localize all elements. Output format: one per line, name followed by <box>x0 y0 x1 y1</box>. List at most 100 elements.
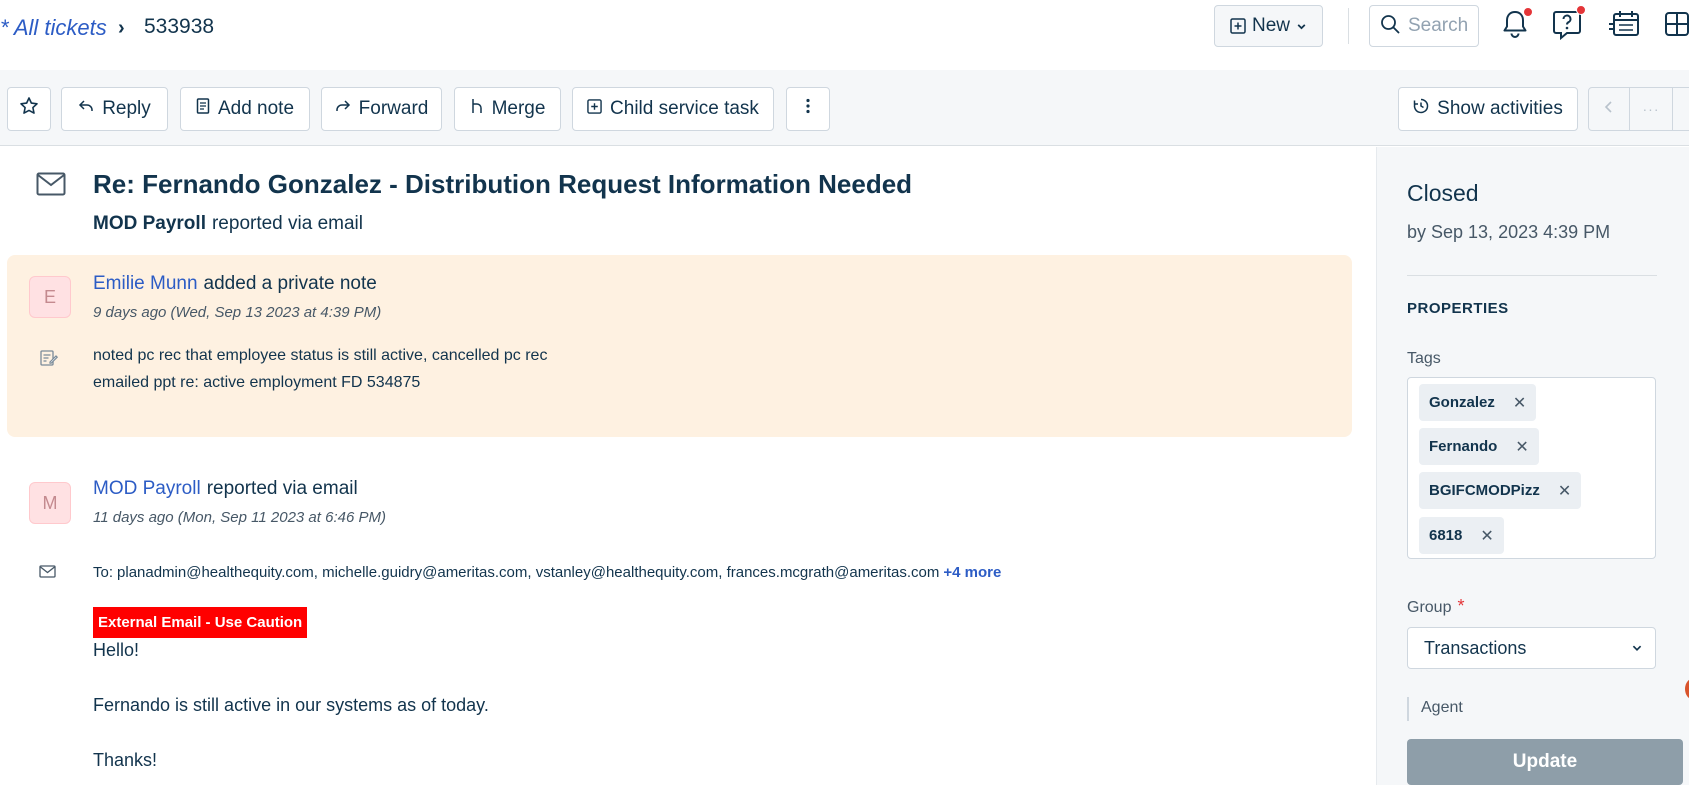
forward-label: Forward <box>358 98 429 119</box>
to-label: To: <box>93 564 114 581</box>
more-actions-button[interactable] <box>786 87 830 131</box>
agent-label: Agent <box>1421 699 1463 716</box>
required-marker: * <box>1457 596 1465 616</box>
tag-chip: Gonzalez ✕ <box>1419 384 1537 421</box>
search-icon <box>1380 14 1400 39</box>
help-dot <box>1576 5 1586 15</box>
notifications-button[interactable] <box>1497 7 1533 44</box>
reply-icon <box>78 98 94 120</box>
ticket-toolbar: Reply Add note Forward Merge Child servi… <box>0 70 1689 146</box>
group-label-text: Group <box>1407 599 1452 616</box>
properties-panel: Closed by Sep 13, 2023 4:39 PM PROPERTIE… <box>1376 147 1689 785</box>
show-activities-label: Show activities <box>1437 98 1563 119</box>
tag-label: Fernando <box>1429 438 1498 455</box>
remove-tag-icon[interactable]: ✕ <box>1515 437 1528 457</box>
email-body-line: Thanks! <box>93 750 158 770</box>
status-timestamp: by Sep 13, 2023 4:39 PM <box>1407 222 1611 242</box>
email-icon <box>39 565 56 583</box>
ticket-nav-more-button[interactable]: ··· <box>1629 87 1673 131</box>
external-email-warning: External Email - Use Caution <box>93 607 308 638</box>
tag-chip: Fernando ✕ <box>1419 428 1539 465</box>
reply-label: Reply <box>102 98 151 119</box>
plus-square-icon <box>1230 18 1246 34</box>
group-label: Group * <box>1407 596 1464 617</box>
more-recipients-link[interactable]: +4 more <box>943 564 1001 581</box>
email-icon <box>36 172 66 201</box>
ticket-id: 533938 <box>144 15 215 38</box>
note-author-line: Emilie Munn added a private note <box>93 273 377 295</box>
email-recipients: To: planadmin@healthequity.com, michelle.… <box>93 564 1001 581</box>
plus-square-icon <box>587 98 602 120</box>
tag-label: BGIFCMODPizz <box>1429 482 1540 499</box>
properties-heading: PROPERTIES <box>1407 300 1509 317</box>
note-timestamp: 9 days ago (Wed, Sep 13 2023 at 4:39 PM) <box>93 304 382 321</box>
avatar: M <box>29 482 71 524</box>
merge-button[interactable]: Merge <box>454 87 561 131</box>
tags-label: Tags <box>1407 350 1441 367</box>
notification-dot <box>1523 7 1533 17</box>
apps-button[interactable] <box>1665 8 1689 44</box>
email-body-line: Fernando is still active in our systems … <box>93 695 489 715</box>
group-value: Transactions <box>1424 637 1527 658</box>
star-button[interactable] <box>7 87 51 131</box>
calendar-icon <box>1608 9 1642 44</box>
child-service-task-label: Child service task <box>610 98 759 119</box>
agent-field-marker <box>1407 697 1409 721</box>
note-edit-icon <box>40 350 59 371</box>
forward-button[interactable]: Forward <box>321 87 442 131</box>
reporter-name: MOD Payroll <box>93 213 206 234</box>
email-action: reported via email <box>206 478 358 499</box>
breadcrumb-separator-icon: › <box>118 17 125 39</box>
search-box[interactable] <box>1369 5 1479 47</box>
email-author-line: MOD Payroll reported via email <box>93 478 358 500</box>
email-timestamp: 11 days ago (Mon, Sep 11 2023 at 6:46 PM… <box>93 509 386 526</box>
activity-clock-icon <box>1413 98 1429 120</box>
note-author-link[interactable]: Emilie Munn <box>93 273 198 294</box>
add-note-label: Add note <box>217 98 295 119</box>
reporter-suffix: reported via email <box>211 213 364 234</box>
new-button[interactable]: New <box>1214 5 1323 47</box>
avatar: E <box>29 276 71 318</box>
merge-label: Merge <box>491 98 546 119</box>
remove-tag-icon[interactable]: ✕ <box>1513 393 1526 413</box>
merge-icon <box>470 98 484 120</box>
remove-tag-icon[interactable]: ✕ <box>1558 481 1571 501</box>
next-ticket-button[interactable] <box>1672 87 1689 131</box>
tag-chip: 6818 ✕ <box>1419 517 1504 554</box>
help-button[interactable] <box>1549 5 1586 44</box>
all-tickets-link[interactable]: * All tickets <box>0 15 107 41</box>
previous-ticket-button[interactable] <box>1588 87 1630 131</box>
ticket-reporter: MOD Payroll reported via email <box>93 213 363 235</box>
note-body-line: emailed ppt re: active employment FD 534… <box>93 374 421 391</box>
calendar-button[interactable] <box>1607 8 1643 44</box>
remove-tag-icon[interactable]: ✕ <box>1480 526 1493 546</box>
more-vertical-icon <box>806 98 810 120</box>
chevron-down-icon <box>1631 638 1643 659</box>
chevron-down-icon <box>1296 21 1307 32</box>
note-icon <box>196 98 210 120</box>
new-button-label: New <box>1251 15 1290 36</box>
email-body-line: Hello! <box>93 640 140 660</box>
update-button[interactable]: Update <box>1407 739 1683 785</box>
panel-divider <box>1407 275 1657 276</box>
ticket-status: Closed <box>1407 180 1479 206</box>
ticket-subject: Re: Fernando Gonzalez - Distribution Req… <box>93 169 913 199</box>
conversation-pane: Re: Fernando Gonzalez - Distribution Req… <box>0 147 1375 785</box>
tag-label: Gonzalez <box>1429 394 1495 411</box>
apps-icon <box>1665 9 1689 44</box>
note-body-line: noted pc rec that employee status is sti… <box>93 347 548 364</box>
top-bar: * All tickets › 533938 New <box>0 0 1689 64</box>
forward-icon <box>335 98 351 120</box>
chevron-left-icon <box>1604 98 1614 120</box>
header-divider <box>1348 8 1349 44</box>
tags-input[interactable]: Gonzalez ✕ Fernando ✕ BGIFCMODPizz ✕ 6818 ✕ <box>1407 377 1656 559</box>
group-select[interactable]: Transactions <box>1407 627 1656 669</box>
show-activities-button[interactable]: Show activities <box>1398 87 1578 131</box>
email-author-link[interactable]: MOD Payroll <box>93 478 201 499</box>
tag-chip: BGIFCMODPizz ✕ <box>1419 472 1582 509</box>
reply-button[interactable]: Reply <box>61 87 168 131</box>
child-service-task-button[interactable]: Child service task <box>572 87 774 131</box>
star-icon <box>19 96 39 122</box>
search-input[interactable] <box>1408 15 1468 37</box>
add-note-button[interactable]: Add note <box>180 87 310 131</box>
